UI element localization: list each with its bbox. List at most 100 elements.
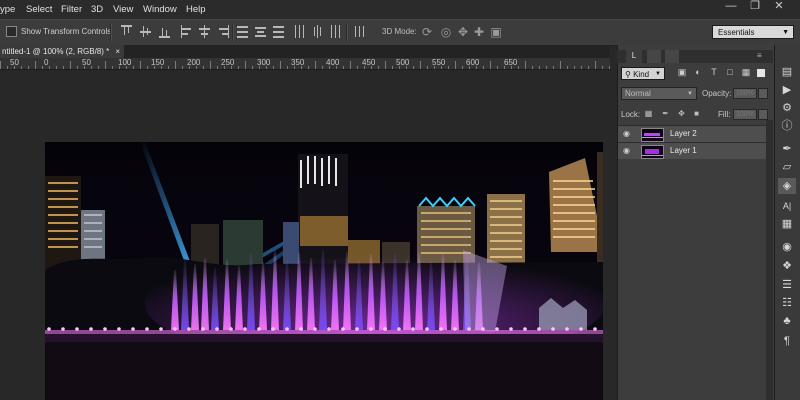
ruler-tick [413,66,414,69]
filter-smart-object-icon[interactable]: ▦ [741,67,751,78]
ruler-tick [490,61,491,69]
filter-type-icon[interactable]: T [709,67,719,78]
show-transform-checkbox[interactable] [6,26,17,37]
minimize-icon[interactable]: — [719,0,743,14]
ruler-tick [273,66,274,69]
menu-view[interactable]: View [113,4,133,15]
lock-transparency-icon[interactable]: ▦ [644,109,653,118]
menu-help[interactable]: Help [186,4,206,15]
tab-channels[interactable] [647,50,661,63]
ruler-label: 100 [118,58,132,67]
opacity-dropdown-icon[interactable] [758,88,768,99]
base-light [509,327,513,331]
menu-window[interactable]: Window [143,4,177,15]
base-light [145,327,149,331]
tab-close-icon[interactable]: × [115,45,120,58]
ruler-tick [21,66,22,69]
properties-icon[interactable]: ☰ [778,277,796,293]
rotate-3d-icon[interactable]: ⟳ [420,25,434,39]
filter-kind-select[interactable]: ⚲ Kind ▼ [621,67,665,80]
lock-all-icon[interactable]: ■ [692,109,701,118]
tab-paths[interactable] [665,50,679,63]
ruler-tick [56,66,57,69]
base-light [383,327,387,331]
paths-icon[interactable]: ♣ [778,313,796,329]
menu-type[interactable]: ype [0,4,15,15]
menu-select[interactable]: Select [26,4,52,15]
filter-shape-icon[interactable]: □ [725,67,735,78]
filter-toggle-icon[interactable] [757,69,765,77]
ruler-tick [77,66,78,69]
character-icon[interactable]: A| [778,198,796,214]
paragraph-icon[interactable]: ▦ [778,216,796,232]
history-icon[interactable]: ▤ [778,64,796,80]
layer-name[interactable]: Layer 2 [670,129,697,138]
glyph-icon[interactable]: ❖ [778,258,796,274]
align-left-icon[interactable] [181,25,192,38]
align-vcenter-icon[interactable] [140,25,151,38]
ruler-tick [329,66,330,69]
menu-filter[interactable]: Filter [61,4,82,15]
scale-3d-icon[interactable]: ▣ [489,25,503,39]
panel-scrollbar[interactable] [766,120,773,400]
ruler-tick [203,66,204,69]
opacity-input[interactable]: 100% [733,88,757,99]
distribute-vcenter-icon[interactable] [255,25,266,38]
distribute-right-icon[interactable] [330,25,341,38]
panel-menu-icon[interactable]: ≡ [757,50,771,63]
show-transform-label: Show Transform Controls [21,27,112,36]
align-bottom-icon[interactable] [159,25,170,38]
restore-icon[interactable]: ❐ [743,0,767,14]
clone-icon[interactable]: ◉ [778,239,796,255]
ruler-tick [385,61,386,69]
base-light [341,327,345,331]
distribute-left-icon[interactable] [294,25,305,38]
layers-icon[interactable]: ◈ [778,178,796,194]
ruler-tick [406,66,407,69]
base-light [75,327,79,331]
menu-3d[interactable]: 3D [91,4,103,15]
filter-adjustment-icon[interactable]: ◐ [693,67,703,78]
auto-align-icon[interactable] [353,25,364,38]
workspace-select[interactable]: Essentials ▼ [712,25,794,39]
align-right-icon[interactable] [218,25,229,38]
close-icon[interactable]: ✕ [767,0,791,14]
channels-icon[interactable]: ☷ [778,295,796,311]
fill-dropdown-icon[interactable] [758,109,768,120]
document-tab[interactable]: ntitled-1 @ 100% (2, RGB/8) * × [0,45,124,58]
roll-3d-icon[interactable]: ◎ [439,25,453,39]
base-light [579,327,583,331]
distribute-bottom-icon[interactable] [273,25,284,38]
align-hcenter-icon[interactable] [199,25,210,38]
distribute-hcenter-icon[interactable] [312,25,323,38]
adjust-icon[interactable]: ⚙ [778,100,796,116]
document-image[interactable] [45,142,603,400]
brush-icon[interactable]: ✒ [778,141,796,157]
blend-mode-select[interactable]: Normal ▼ [621,87,697,100]
lock-pixels-icon[interactable]: ✒ [661,109,670,118]
lock-position-icon[interactable]: ✥ [677,109,686,118]
swatch-icon[interactable]: ▱ [778,159,796,175]
fill-input[interactable]: 100% [733,109,757,120]
layer-row[interactable]: ◉ Layer 2 [618,125,766,142]
info-icon[interactable]: ⓘ [778,118,796,134]
distribute-top-icon[interactable] [237,25,248,38]
pilcrow-icon[interactable]: ¶ [778,333,796,349]
ruler-label: 400 [326,58,340,67]
eye-icon[interactable]: ◉ [623,147,633,155]
eye-icon[interactable]: ◉ [623,130,633,138]
ruler-tick [483,66,484,69]
layer-name[interactable]: Layer 1 [670,146,697,155]
play-icon[interactable]: ▶ [778,82,796,98]
slide-3d-icon[interactable]: ✚ [472,25,486,39]
ruler-tick [511,66,512,69]
document-tab-title: ntitled-1 @ 100% (2, RGB/8) * [2,47,110,56]
ruler-tick [609,66,610,69]
ruler-tick [217,66,218,69]
filter-pixel-icon[interactable]: ▣ [677,67,687,78]
layer-row[interactable]: ◉ Layer 1 [618,142,766,159]
tab-layers[interactable]: L [626,50,642,63]
align-top-icon[interactable] [121,25,132,38]
ruler-tick [238,66,239,69]
drag-3d-icon[interactable]: ✥ [456,25,470,39]
